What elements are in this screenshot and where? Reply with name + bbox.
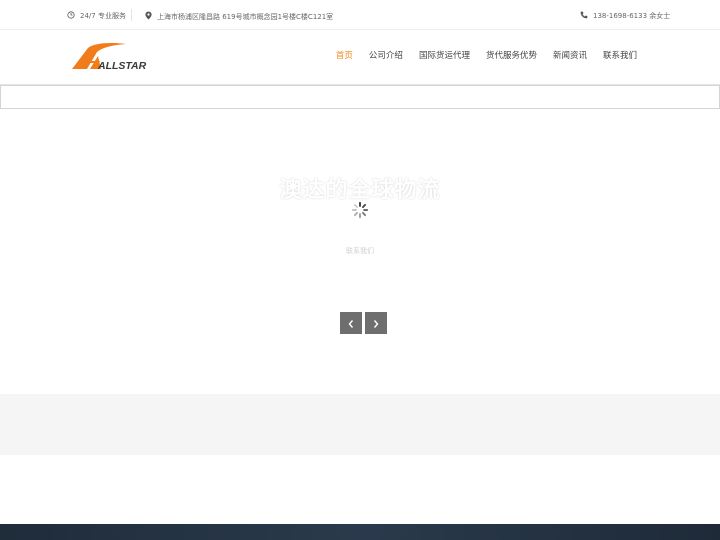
nav-item-news[interactable]: 新闻资讯 [545, 49, 595, 61]
logo-text: ALLSTAR [97, 60, 147, 72]
service-hours-text: 24/7 专业服务 [80, 12, 126, 20]
chevron-right-icon [372, 314, 380, 333]
main-nav: 首页 公司介绍 国际货运代理 货代服务优势 新闻资讯 联系我们 [328, 49, 645, 61]
phone-icon [580, 11, 588, 21]
allstar-logo[interactable]: ALLSTAR [70, 42, 170, 72]
nav-item-about[interactable]: 公司介绍 [361, 49, 411, 61]
clock-icon [67, 11, 75, 21]
company-address: 上海市杨浦区隆昌路 619号城市概念园1号楼C楼C121室 [145, 11, 333, 22]
nav-item-contact[interactable]: 联系我们 [595, 49, 645, 61]
nav-item-home[interactable]: 首页 [328, 49, 361, 61]
empty-content-bar [0, 85, 720, 109]
gray-section [0, 394, 720, 455]
top-info-bar: 24/7 专业服务 上海市杨浦区隆昌路 619号城市概念园1号楼C楼C121室 … [0, 0, 720, 30]
address-text: 上海市杨浦区隆昌路 619号城市概念园1号楼C楼C121室 [157, 12, 334, 21]
footer [0, 524, 720, 540]
map-marker-icon [145, 11, 152, 22]
contact-phone[interactable]: 138-1698-6133 余女士 [580, 11, 670, 21]
contact-us-link[interactable]: 联系我们 [0, 246, 720, 256]
phone-text: 138-1698-6133 余女士 [593, 12, 671, 20]
service-hours: 24/7 专业服务 [67, 11, 126, 21]
divider [131, 9, 132, 21]
chevron-left-icon [347, 314, 355, 333]
loading-spinner-icon [351, 201, 369, 219]
nav-item-advantages[interactable]: 货代服务优势 [478, 49, 545, 61]
site-header: ALLSTAR 首页 公司介绍 国际货运代理 货代服务优势 新闻资讯 联系我们 [0, 30, 720, 85]
hero-slider: 澳达的全球物流 联系我们 [0, 110, 720, 394]
slide-title: 澳达的全球物流 [279, 178, 441, 203]
nav-item-freight[interactable]: 国际货运代理 [411, 49, 478, 61]
slider-prev-button[interactable] [340, 312, 362, 334]
slider-next-button[interactable] [365, 312, 387, 334]
